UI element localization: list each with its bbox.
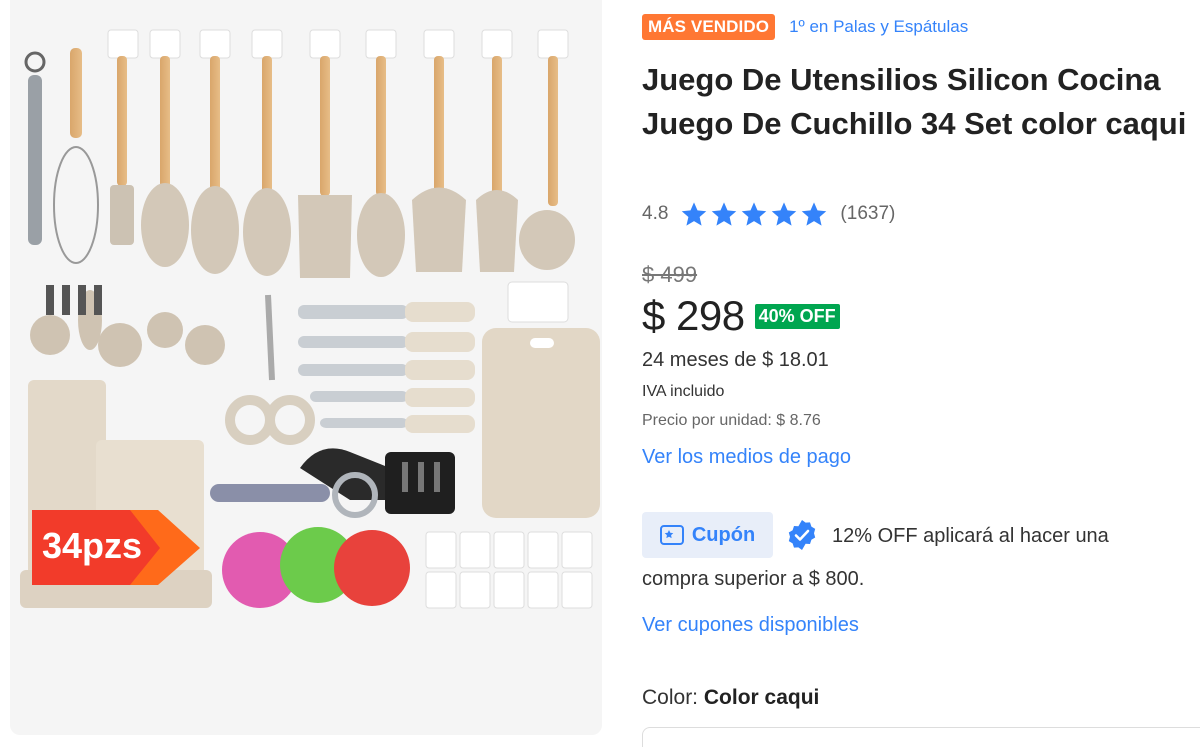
discount-badge: 40% OFF bbox=[754, 303, 840, 329]
coupon-icon bbox=[659, 525, 684, 545]
coupon-description-line2: compra superior a $ 800. bbox=[642, 568, 865, 590]
product-image[interactable]: 34pzs bbox=[10, 0, 602, 735]
color-option-box[interactable] bbox=[642, 727, 1200, 747]
product-info: MÁS VENDIDO 1º en Palas y Espátulas Jueg… bbox=[642, 0, 1200, 747]
product-title: Juego De Utensilios Silicon Cocina Juego… bbox=[642, 62, 1187, 141]
price-row: $ 298 40% OFF bbox=[642, 292, 840, 340]
payment-methods-link[interactable]: Ver los medios de pago bbox=[642, 446, 851, 469]
coupon-label: Cupón bbox=[691, 523, 756, 546]
rating-value: 4.8 bbox=[642, 203, 669, 224]
star-icon bbox=[772, 202, 797, 226]
rating-stars bbox=[680, 200, 828, 228]
installments-text: 24 meses de $ 18.01 bbox=[642, 349, 829, 371]
available-coupons-link[interactable]: Ver cupones disponibles bbox=[642, 614, 859, 637]
pieces-badge-text: 34pzs bbox=[42, 525, 142, 566]
star-icon bbox=[712, 202, 737, 226]
star-icon bbox=[742, 202, 767, 226]
unit-price: Precio por unidad: $ 8.76 bbox=[642, 412, 821, 429]
color-selector-label: Color: Color caqui bbox=[642, 686, 819, 710]
check-badge-icon bbox=[788, 520, 816, 550]
ranking-link[interactable]: 1º en Palas y Espátulas bbox=[789, 17, 968, 37]
star-icon bbox=[802, 202, 827, 226]
best-seller-badge: MÁS VENDIDO bbox=[642, 14, 776, 40]
rating-row[interactable]: 4.8 (1637) bbox=[642, 200, 895, 228]
tax-note: IVA incluido bbox=[642, 383, 725, 400]
color-value: Color caqui bbox=[703, 686, 820, 709]
old-price: $ 499 bbox=[642, 262, 698, 287]
current-price: $ 298 bbox=[642, 292, 745, 339]
coupon-description-line1: 12% OFF aplicará al hacer una bbox=[832, 525, 1109, 547]
badges-row: MÁS VENDIDO 1º en Palas y Espátulas bbox=[642, 14, 968, 40]
product-illustration: 34pzs bbox=[20, 29, 600, 609]
star-icon bbox=[682, 202, 707, 226]
coupon-tag[interactable]: Cupón bbox=[642, 512, 773, 558]
color-label-text: Color: bbox=[642, 686, 699, 709]
rating-count: (1637) bbox=[840, 203, 896, 224]
